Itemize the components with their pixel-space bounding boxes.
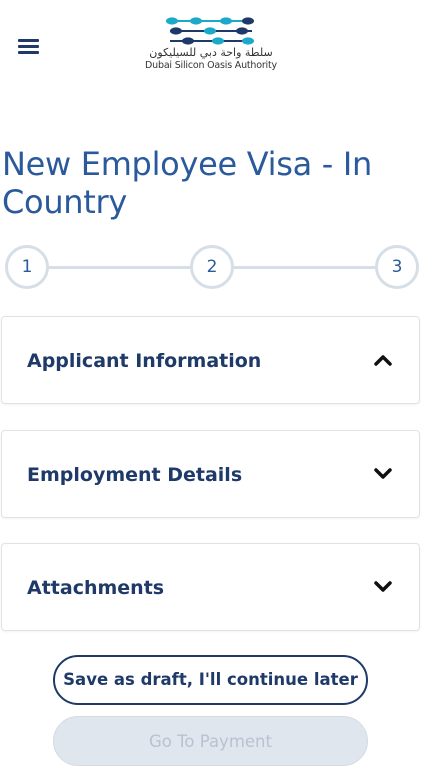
stepper-connector [45, 266, 193, 269]
chevron-down-icon [374, 581, 392, 592]
section-employment-details[interactable]: Employment Details [1, 430, 420, 518]
section-applicant-information[interactable]: Applicant Information [1, 316, 420, 404]
section-label: Attachments [27, 577, 165, 599]
progress-stepper: 1 2 3 [0, 244, 422, 290]
section-label: Applicant Information [27, 350, 262, 372]
step-1[interactable]: 1 [5, 245, 49, 289]
section-label: Employment Details [27, 464, 243, 486]
step-2[interactable]: 2 [190, 245, 234, 289]
dsoa-logo: سلطة واحة دبي للسيليكون Dubai Silicon Oa… [138, 12, 284, 78]
step-3[interactable]: 3 [375, 245, 419, 289]
chevron-down-icon [374, 468, 392, 479]
app-header: سلطة واحة دبي للسيليكون Dubai Silicon Oa… [0, 0, 422, 100]
save-draft-button[interactable]: Save as draft, I'll continue later [53, 655, 368, 705]
stepper-connector [230, 266, 378, 269]
page-title: New Employee Visa - In Country [2, 145, 372, 221]
section-attachments[interactable]: Attachments [1, 543, 420, 631]
go-to-payment-button[interactable]: Go To Payment [53, 716, 368, 766]
chevron-up-icon [374, 355, 392, 366]
logo-arabic-text: سلطة واحة دبي للسيليكون [149, 46, 273, 59]
logo-english-text: Dubai Silicon Oasis Authority [145, 60, 277, 71]
logo-mark-icon [166, 17, 254, 45]
hamburger-menu-icon[interactable] [18, 38, 40, 56]
